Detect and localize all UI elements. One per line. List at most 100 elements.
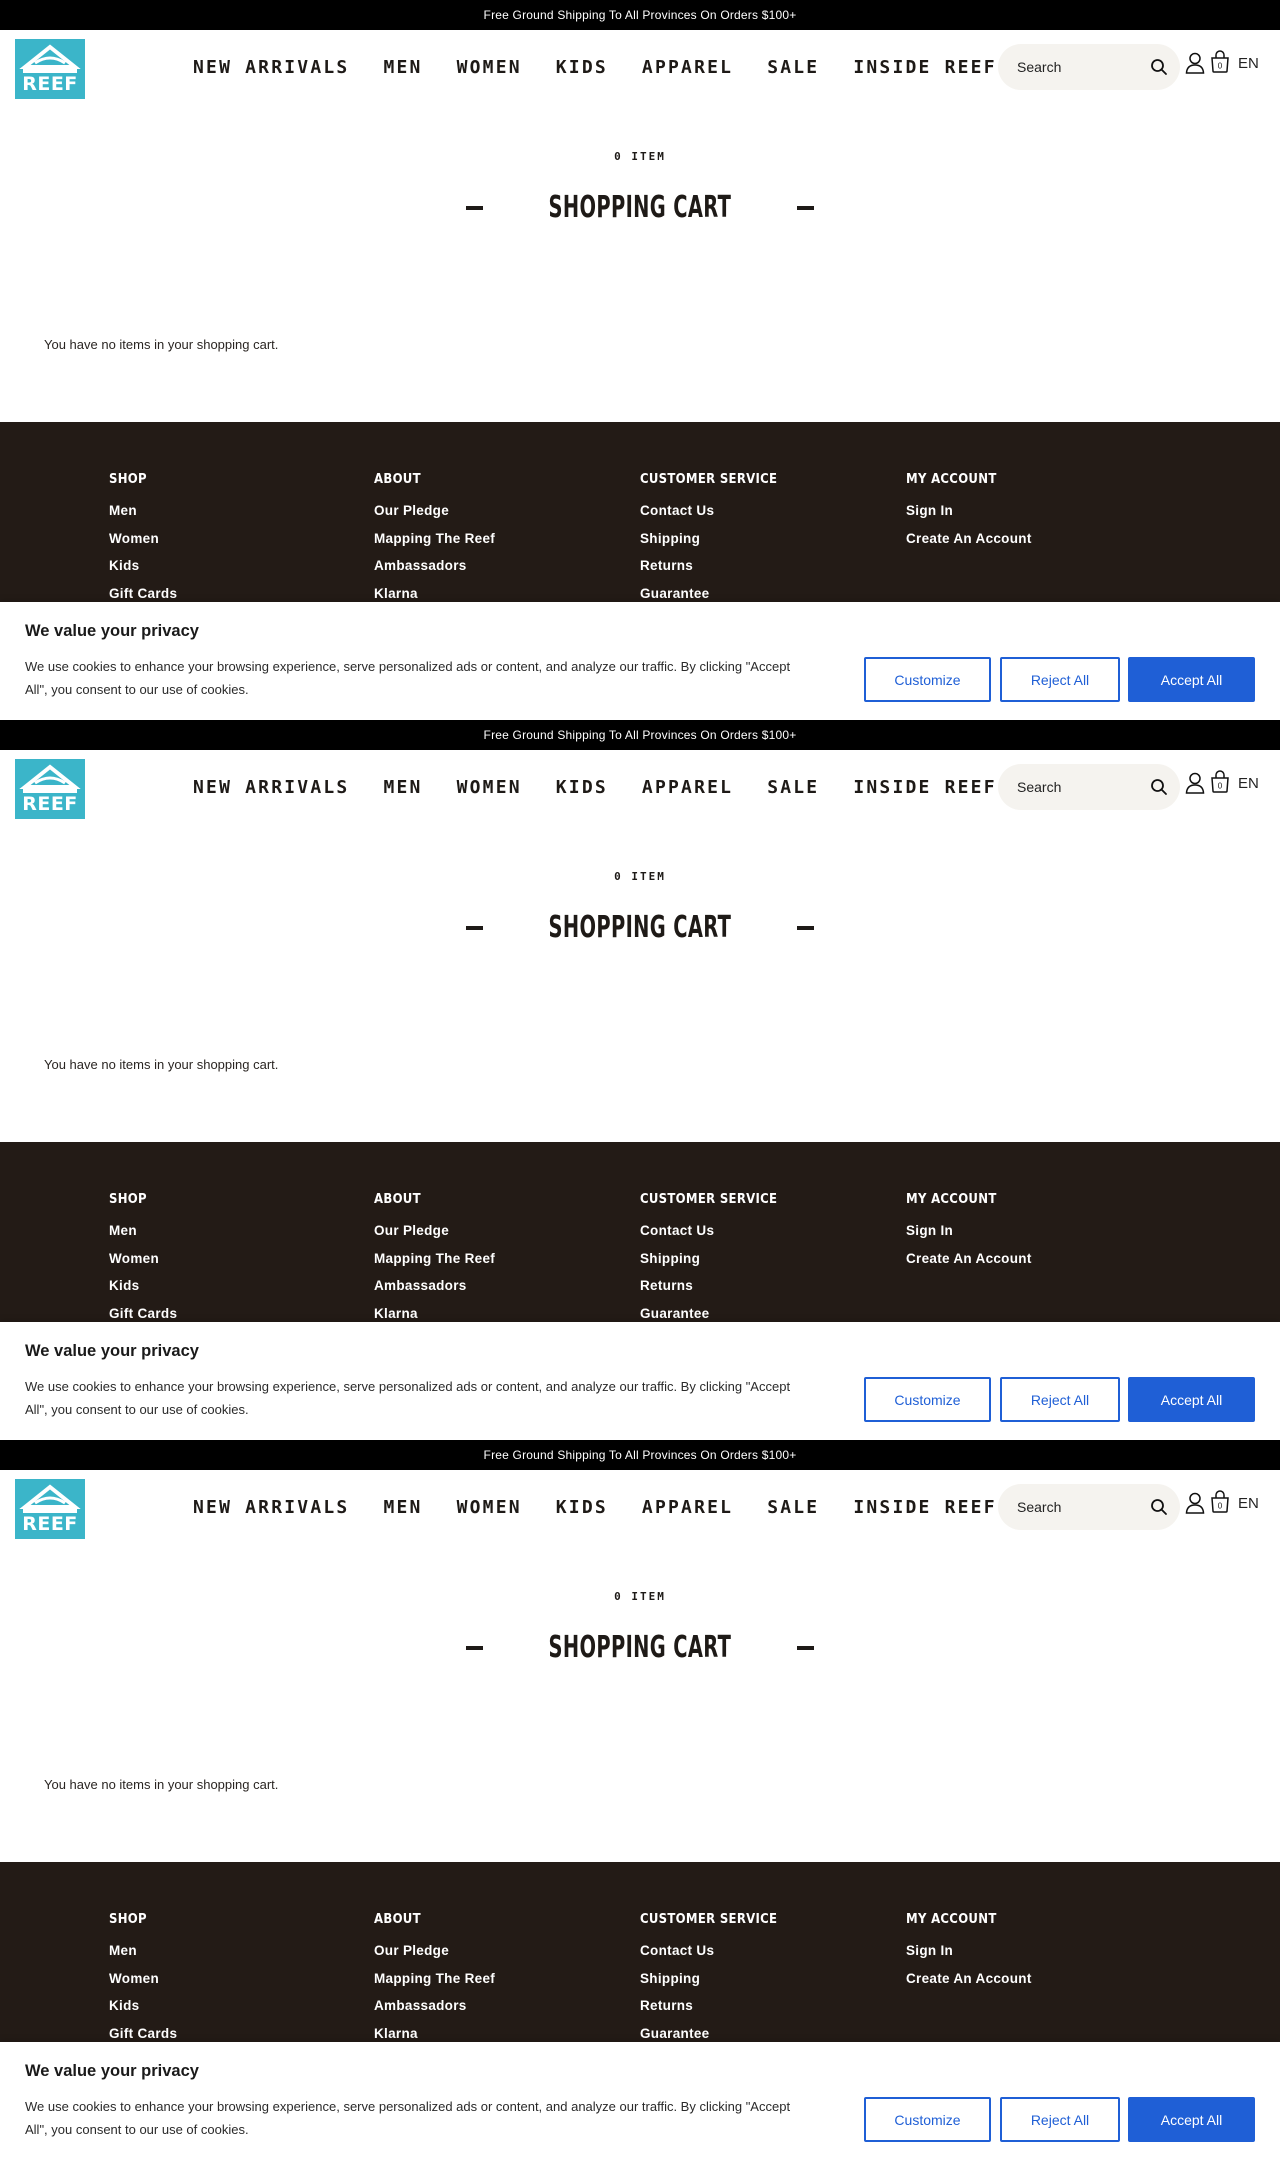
- page-title: SHOPPING CART: [548, 190, 732, 225]
- nav-sale[interactable]: SALE: [767, 777, 819, 798]
- nav-new-arrivals[interactable]: NEW ARRIVALS: [193, 57, 349, 78]
- footer-link-contact-us[interactable]: Contact Us: [640, 1217, 777, 1245]
- nav-men[interactable]: MEN: [383, 777, 422, 798]
- nav-sale[interactable]: SALE: [767, 1497, 819, 1518]
- footer-col-customer-service: CUSTOMER SERVICE Contact Us Shipping Ret…: [640, 1912, 777, 2047]
- footer-link-mapping-the-reef[interactable]: Mapping The Reef: [374, 1965, 495, 1993]
- footer-link-kids[interactable]: Kids: [109, 1272, 177, 1300]
- logo-text: REEF: [22, 793, 78, 815]
- footer-col-my-account: MY ACCOUNT Sign In Create An Account: [906, 1912, 1032, 1992]
- nav-sale[interactable]: SALE: [767, 57, 819, 78]
- footer-link-mapping-the-reef[interactable]: Mapping The Reef: [374, 525, 495, 553]
- reef-logo[interactable]: REEF: [15, 39, 85, 99]
- page-screen: Free Ground Shipping To All Provinces On…: [0, 0, 1280, 720]
- customize-button[interactable]: Customize: [864, 2097, 991, 2142]
- nav-men[interactable]: MEN: [383, 57, 422, 78]
- cart-icon[interactable]: 0: [1209, 50, 1231, 74]
- nav-kids[interactable]: KIDS: [556, 777, 608, 798]
- nav-apparel[interactable]: APPAREL: [642, 1497, 733, 1518]
- customize-button[interactable]: Customize: [864, 657, 991, 702]
- search-input[interactable]: Search: [998, 764, 1180, 810]
- footer-link-kids[interactable]: Kids: [109, 1992, 177, 2020]
- footer-link-sign-in[interactable]: Sign In: [906, 497, 1032, 525]
- footer-link-ambassadors[interactable]: Ambassadors: [374, 1992, 495, 2020]
- promo-bar: Free Ground Shipping To All Provinces On…: [0, 1440, 1280, 1470]
- footer-link-ambassadors[interactable]: Ambassadors: [374, 552, 495, 580]
- nav-women[interactable]: WOMEN: [457, 777, 522, 798]
- account-icon[interactable]: [1185, 52, 1205, 74]
- nav-new-arrivals[interactable]: NEW ARRIVALS: [193, 1497, 349, 1518]
- language-selector[interactable]: EN: [1238, 775, 1259, 792]
- cart-count: 0: [1218, 1502, 1223, 1511]
- footer-link-men[interactable]: Men: [109, 497, 177, 525]
- account-icon[interactable]: [1185, 772, 1205, 794]
- footer-link-ambassadors[interactable]: Ambassadors: [374, 1272, 495, 1300]
- footer-link-women[interactable]: Women: [109, 525, 177, 553]
- search-input[interactable]: Search: [998, 1484, 1180, 1530]
- cookie-banner: We value your privacy We use cookies to …: [0, 2042, 1280, 2160]
- language-selector[interactable]: EN: [1238, 55, 1259, 72]
- account-icon[interactable]: [1185, 1492, 1205, 1514]
- footer-link-shipping[interactable]: Shipping: [640, 1245, 777, 1273]
- footer-heading: CUSTOMER SERVICE: [640, 1192, 778, 1207]
- footer-link-returns[interactable]: Returns: [640, 1272, 777, 1300]
- reef-logo[interactable]: REEF: [15, 759, 85, 819]
- nav-kids[interactable]: KIDS: [556, 1497, 608, 1518]
- nav-kids[interactable]: KIDS: [556, 57, 608, 78]
- cart-icon[interactable]: 0: [1209, 1490, 1231, 1514]
- search-input[interactable]: Search: [998, 44, 1180, 90]
- reject-all-button[interactable]: Reject All: [1000, 1377, 1120, 1422]
- footer-link-create-account[interactable]: Create An Account: [906, 1965, 1032, 1993]
- site-header: REEF NEW ARRIVALS MEN WOMEN KIDS APPAREL…: [0, 1470, 1280, 1544]
- footer-link-returns[interactable]: Returns: [640, 552, 777, 580]
- footer-link-our-pledge[interactable]: Our Pledge: [374, 1937, 495, 1965]
- search-icon[interactable]: [1150, 1498, 1168, 1516]
- accept-all-button[interactable]: Accept All: [1128, 1377, 1255, 1422]
- reject-all-button[interactable]: Reject All: [1000, 657, 1120, 702]
- footer-link-sign-in[interactable]: Sign In: [906, 1937, 1032, 1965]
- logo-text: REEF: [22, 1513, 78, 1535]
- search-icon[interactable]: [1150, 58, 1168, 76]
- footer-link-our-pledge[interactable]: Our Pledge: [374, 1217, 495, 1245]
- search-icon[interactable]: [1150, 778, 1168, 796]
- footer-link-sign-in[interactable]: Sign In: [906, 1217, 1032, 1245]
- nav-new-arrivals[interactable]: NEW ARRIVALS: [193, 777, 349, 798]
- reef-logo[interactable]: REEF: [15, 1479, 85, 1539]
- accept-all-button[interactable]: Accept All: [1128, 2097, 1255, 2142]
- footer-link-kids[interactable]: Kids: [109, 552, 177, 580]
- footer-link-create-account[interactable]: Create An Account: [906, 1245, 1032, 1273]
- nav-inside-reef[interactable]: INSIDE REEF: [853, 777, 996, 798]
- cart-icon[interactable]: 0: [1209, 770, 1231, 794]
- nav-inside-reef[interactable]: INSIDE REEF: [853, 57, 996, 78]
- footer-link-returns[interactable]: Returns: [640, 1992, 777, 2020]
- language-selector[interactable]: EN: [1238, 1495, 1259, 1512]
- nav-apparel[interactable]: APPAREL: [642, 777, 733, 798]
- nav-women[interactable]: WOMEN: [457, 57, 522, 78]
- footer-col-customer-service: CUSTOMER SERVICE Contact Us Shipping Ret…: [640, 1192, 777, 1327]
- promo-bar: Free Ground Shipping To All Provinces On…: [0, 0, 1280, 30]
- accept-all-button[interactable]: Accept All: [1128, 657, 1255, 702]
- reject-all-button[interactable]: Reject All: [1000, 2097, 1120, 2142]
- footer-link-men[interactable]: Men: [109, 1937, 177, 1965]
- nav-women[interactable]: WOMEN: [457, 1497, 522, 1518]
- footer-link-shipping[interactable]: Shipping: [640, 525, 777, 553]
- footer-heading: MY ACCOUNT: [906, 1912, 997, 1927]
- footer-link-women[interactable]: Women: [109, 1965, 177, 1993]
- footer-link-our-pledge[interactable]: Our Pledge: [374, 497, 495, 525]
- footer-link-contact-us[interactable]: Contact Us: [640, 1937, 777, 1965]
- footer-heading: CUSTOMER SERVICE: [640, 472, 778, 487]
- footer-link-contact-us[interactable]: Contact Us: [640, 497, 777, 525]
- footer-link-create-account[interactable]: Create An Account: [906, 525, 1032, 553]
- nav-apparel[interactable]: APPAREL: [642, 57, 733, 78]
- footer-link-men[interactable]: Men: [109, 1217, 177, 1245]
- footer-link-shipping[interactable]: Shipping: [640, 1965, 777, 1993]
- footer-link-mapping-the-reef[interactable]: Mapping The Reef: [374, 1245, 495, 1273]
- cookie-banner: We value your privacy We use cookies to …: [0, 602, 1280, 720]
- nav-inside-reef[interactable]: INSIDE REEF: [853, 1497, 996, 1518]
- footer-col-shop: SHOP Men Women Kids Gift Cards: [109, 1192, 177, 1327]
- nav-men[interactable]: MEN: [383, 1497, 422, 1518]
- footer-link-women[interactable]: Women: [109, 1245, 177, 1273]
- customize-button[interactable]: Customize: [864, 1377, 991, 1422]
- footer-col-my-account: MY ACCOUNT Sign In Create An Account: [906, 472, 1032, 552]
- footer-col-my-account: MY ACCOUNT Sign In Create An Account: [906, 1192, 1032, 1272]
